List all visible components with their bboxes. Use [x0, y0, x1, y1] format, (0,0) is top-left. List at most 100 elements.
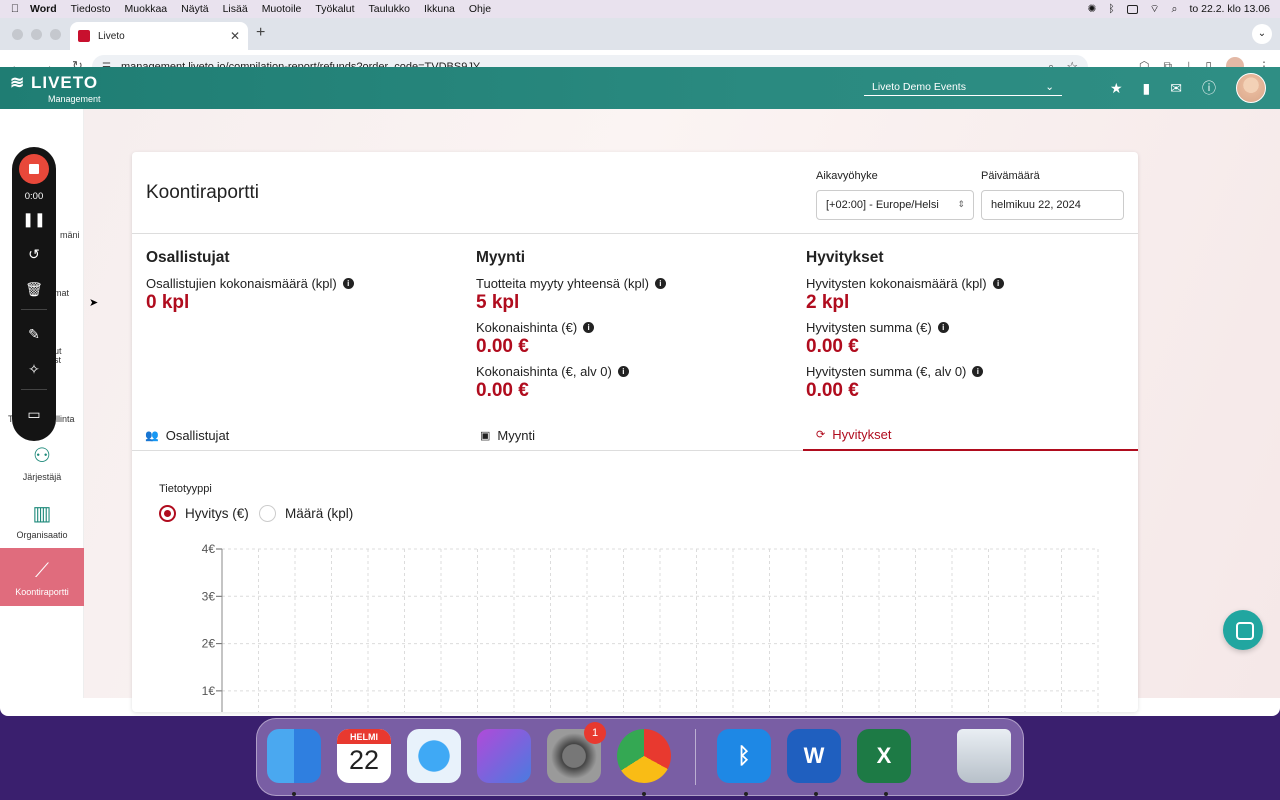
logo-symbol-icon: ≋: [10, 73, 26, 92]
chrome-icon[interactable]: [617, 729, 671, 783]
radio-quantity[interactable]: Määrä (kpl): [259, 505, 353, 522]
event-select[interactable]: Liveto Demo Events ⌄: [864, 81, 1062, 96]
info-icon[interactable]: i: [972, 366, 984, 377]
y-tick-label: 1€: [202, 684, 216, 698]
menu-item[interactable]: Ikkuna: [424, 3, 455, 15]
sidebar-item-organisaatio[interactable]: ▥ Organisaatio: [0, 501, 84, 549]
pen-icon[interactable]: ✎: [12, 326, 56, 343]
chart-line-icon: ⟋: [35, 560, 49, 582]
zoom-window-button[interactable]: [50, 29, 61, 40]
close-window-button[interactable]: [12, 29, 23, 40]
clock[interactable]: to 22.2. klo 13.06: [1189, 3, 1270, 15]
menu-item[interactable]: Näytä: [181, 3, 208, 15]
menu-item[interactable]: Lisää: [223, 3, 248, 15]
close-tab-icon[interactable]: ✕: [230, 29, 240, 43]
page-title: Koontiraportti: [146, 182, 260, 203]
menu-item[interactable]: Työkalut: [315, 3, 354, 15]
finder-icon[interactable]: [267, 729, 321, 783]
info-icon[interactable]: i: [583, 322, 595, 333]
info-icon[interactable]: i: [617, 366, 629, 377]
recorder-separator: [21, 389, 47, 390]
word-icon[interactable]: W: [787, 729, 841, 783]
metric: Tuotteita myyty yhteensä (kpl) i 5 kpl: [476, 276, 796, 314]
bookmark-icon[interactable]: ▮: [1143, 80, 1151, 97]
running-indicator: [744, 792, 748, 796]
tab-label: Osallistujat: [165, 428, 230, 443]
info-icon[interactable]: i: [342, 278, 354, 289]
excel-glyph-icon: X: [876, 743, 892, 768]
calendar-icon[interactable]: HELMI 22: [337, 729, 391, 783]
participants-column: Osallistujat Osallistujien kokonaismäärä…: [146, 249, 466, 320]
control-center-icon[interactable]: ✺: [1088, 3, 1097, 15]
feedback-icon[interactable]: ✉: [1170, 80, 1182, 97]
info-icon[interactable]: i: [654, 278, 666, 289]
bluetooth-icon[interactable]: ᛒ: [1108, 3, 1114, 15]
date-input[interactable]: helmikuu 22, 2024: [981, 190, 1124, 220]
sidebar-partial-label: mat: [54, 288, 70, 298]
dock-separator: [695, 729, 696, 785]
timezone-select[interactable]: [+02:00] - Europe/Helsi ⇕: [816, 190, 974, 220]
info-icon[interactable]: i: [992, 278, 1004, 289]
stop-recording-button[interactable]: [19, 154, 49, 184]
excel-icon[interactable]: X: [857, 729, 911, 783]
metric-value: 0.00 €: [476, 380, 529, 401]
tab-label: Myynti: [497, 428, 535, 443]
tab-participants[interactable]: 👥 Osallistujat: [132, 420, 462, 451]
radio-refund-amount[interactable]: Hyvitys (€): [159, 505, 249, 522]
minimize-window-button[interactable]: [31, 29, 42, 40]
user-avatar[interactable]: [1236, 73, 1266, 103]
people-icon: ⚇: [33, 445, 51, 467]
info-icon[interactable]: i: [937, 322, 949, 333]
report-card: Koontiraportti Aikavyöhyke [+02:00] - Eu…: [132, 152, 1138, 712]
bluetooth-app-icon[interactable]: ᛒ: [717, 729, 771, 783]
tab-title: Liveto: [98, 30, 125, 42]
star-icon[interactable]: ★: [1110, 80, 1123, 97]
logo-subtitle: Management: [48, 94, 101, 104]
wifi-icon[interactable]: ⌔: [1150, 2, 1160, 16]
metric-value: 0.00 €: [806, 336, 859, 357]
tab-strip: Liveto ✕ + ⌄: [0, 18, 1280, 50]
spotlight-icon[interactable]: ⌕: [1172, 3, 1178, 16]
sidebar-item-jarjestaja[interactable]: ⚇ Järjestäjä: [0, 443, 84, 491]
calendar-day: 22: [348, 745, 380, 775]
status-area: ✺ ᛒ ⌔ ⌕ to 22.2. klo 13.06: [1088, 0, 1270, 18]
pause-icon[interactable]: ❚❚: [12, 211, 56, 228]
sidebar-item-koontiraportti[interactable]: ⟋ Koontiraportti: [0, 548, 84, 606]
dock: HELMI 22 ᛒ W X: [256, 718, 1024, 796]
sidebar-partial-label: llinta: [56, 414, 75, 424]
sales-column: Myynti Tuotteita myyty yhteensä (kpl) i 5…: [476, 249, 796, 408]
launchpad-icon[interactable]: [477, 729, 531, 783]
menu-item[interactable]: Ohje: [469, 3, 491, 15]
refund-chart: 4€ 3€ 2€ 1€: [202, 542, 1099, 712]
trash-icon[interactable]: 🗑: [12, 281, 56, 298]
calendar-month: HELMI: [350, 732, 378, 742]
tab-search-icon[interactable]: ⌄: [1252, 24, 1272, 44]
liveto-logo[interactable]: ≋ LIVETO Management: [10, 73, 101, 104]
metric: Kokonaishinta (€, alv 0) i 0.00 €: [476, 364, 796, 402]
tab-refunds[interactable]: ⟳ Hyvitykset: [803, 420, 1138, 451]
menu-item[interactable]: Tiedosto: [71, 3, 111, 15]
sidebar-item-label: Järjestäjä: [22, 472, 62, 482]
y-tick-label: 3€: [202, 589, 216, 603]
tab-label: Hyvitykset: [832, 427, 892, 442]
running-indicator: [642, 792, 646, 796]
tab-sales[interactable]: ▣ Myynti: [467, 420, 797, 451]
menu-item[interactable]: Muotoile: [262, 3, 302, 15]
menu-item[interactable]: Muokkaa: [125, 3, 168, 15]
info-icon[interactable]: ⓘ: [1202, 78, 1216, 98]
menu-item[interactable]: Taulukko: [369, 3, 410, 15]
battery-icon[interactable]: [1126, 4, 1138, 14]
safari-icon[interactable]: [407, 729, 461, 783]
new-tab-button[interactable]: +: [256, 24, 265, 42]
metric-label: Kokonaishinta (€) i: [476, 320, 796, 335]
menu-item[interactable]: Word: [30, 3, 57, 15]
metric-value: 0.00 €: [476, 336, 529, 357]
camera-icon[interactable]: ▭: [12, 406, 56, 423]
browser-tab[interactable]: Liveto ✕: [70, 22, 248, 50]
recorder-separator: [21, 309, 47, 310]
trash-bin-icon[interactable]: [957, 729, 1011, 783]
apple-icon[interactable]: : [0, 3, 30, 15]
restart-icon[interactable]: ↺: [12, 246, 56, 263]
chat-widget-button[interactable]: [1223, 610, 1263, 650]
effects-icon[interactable]: ✧: [12, 361, 56, 378]
